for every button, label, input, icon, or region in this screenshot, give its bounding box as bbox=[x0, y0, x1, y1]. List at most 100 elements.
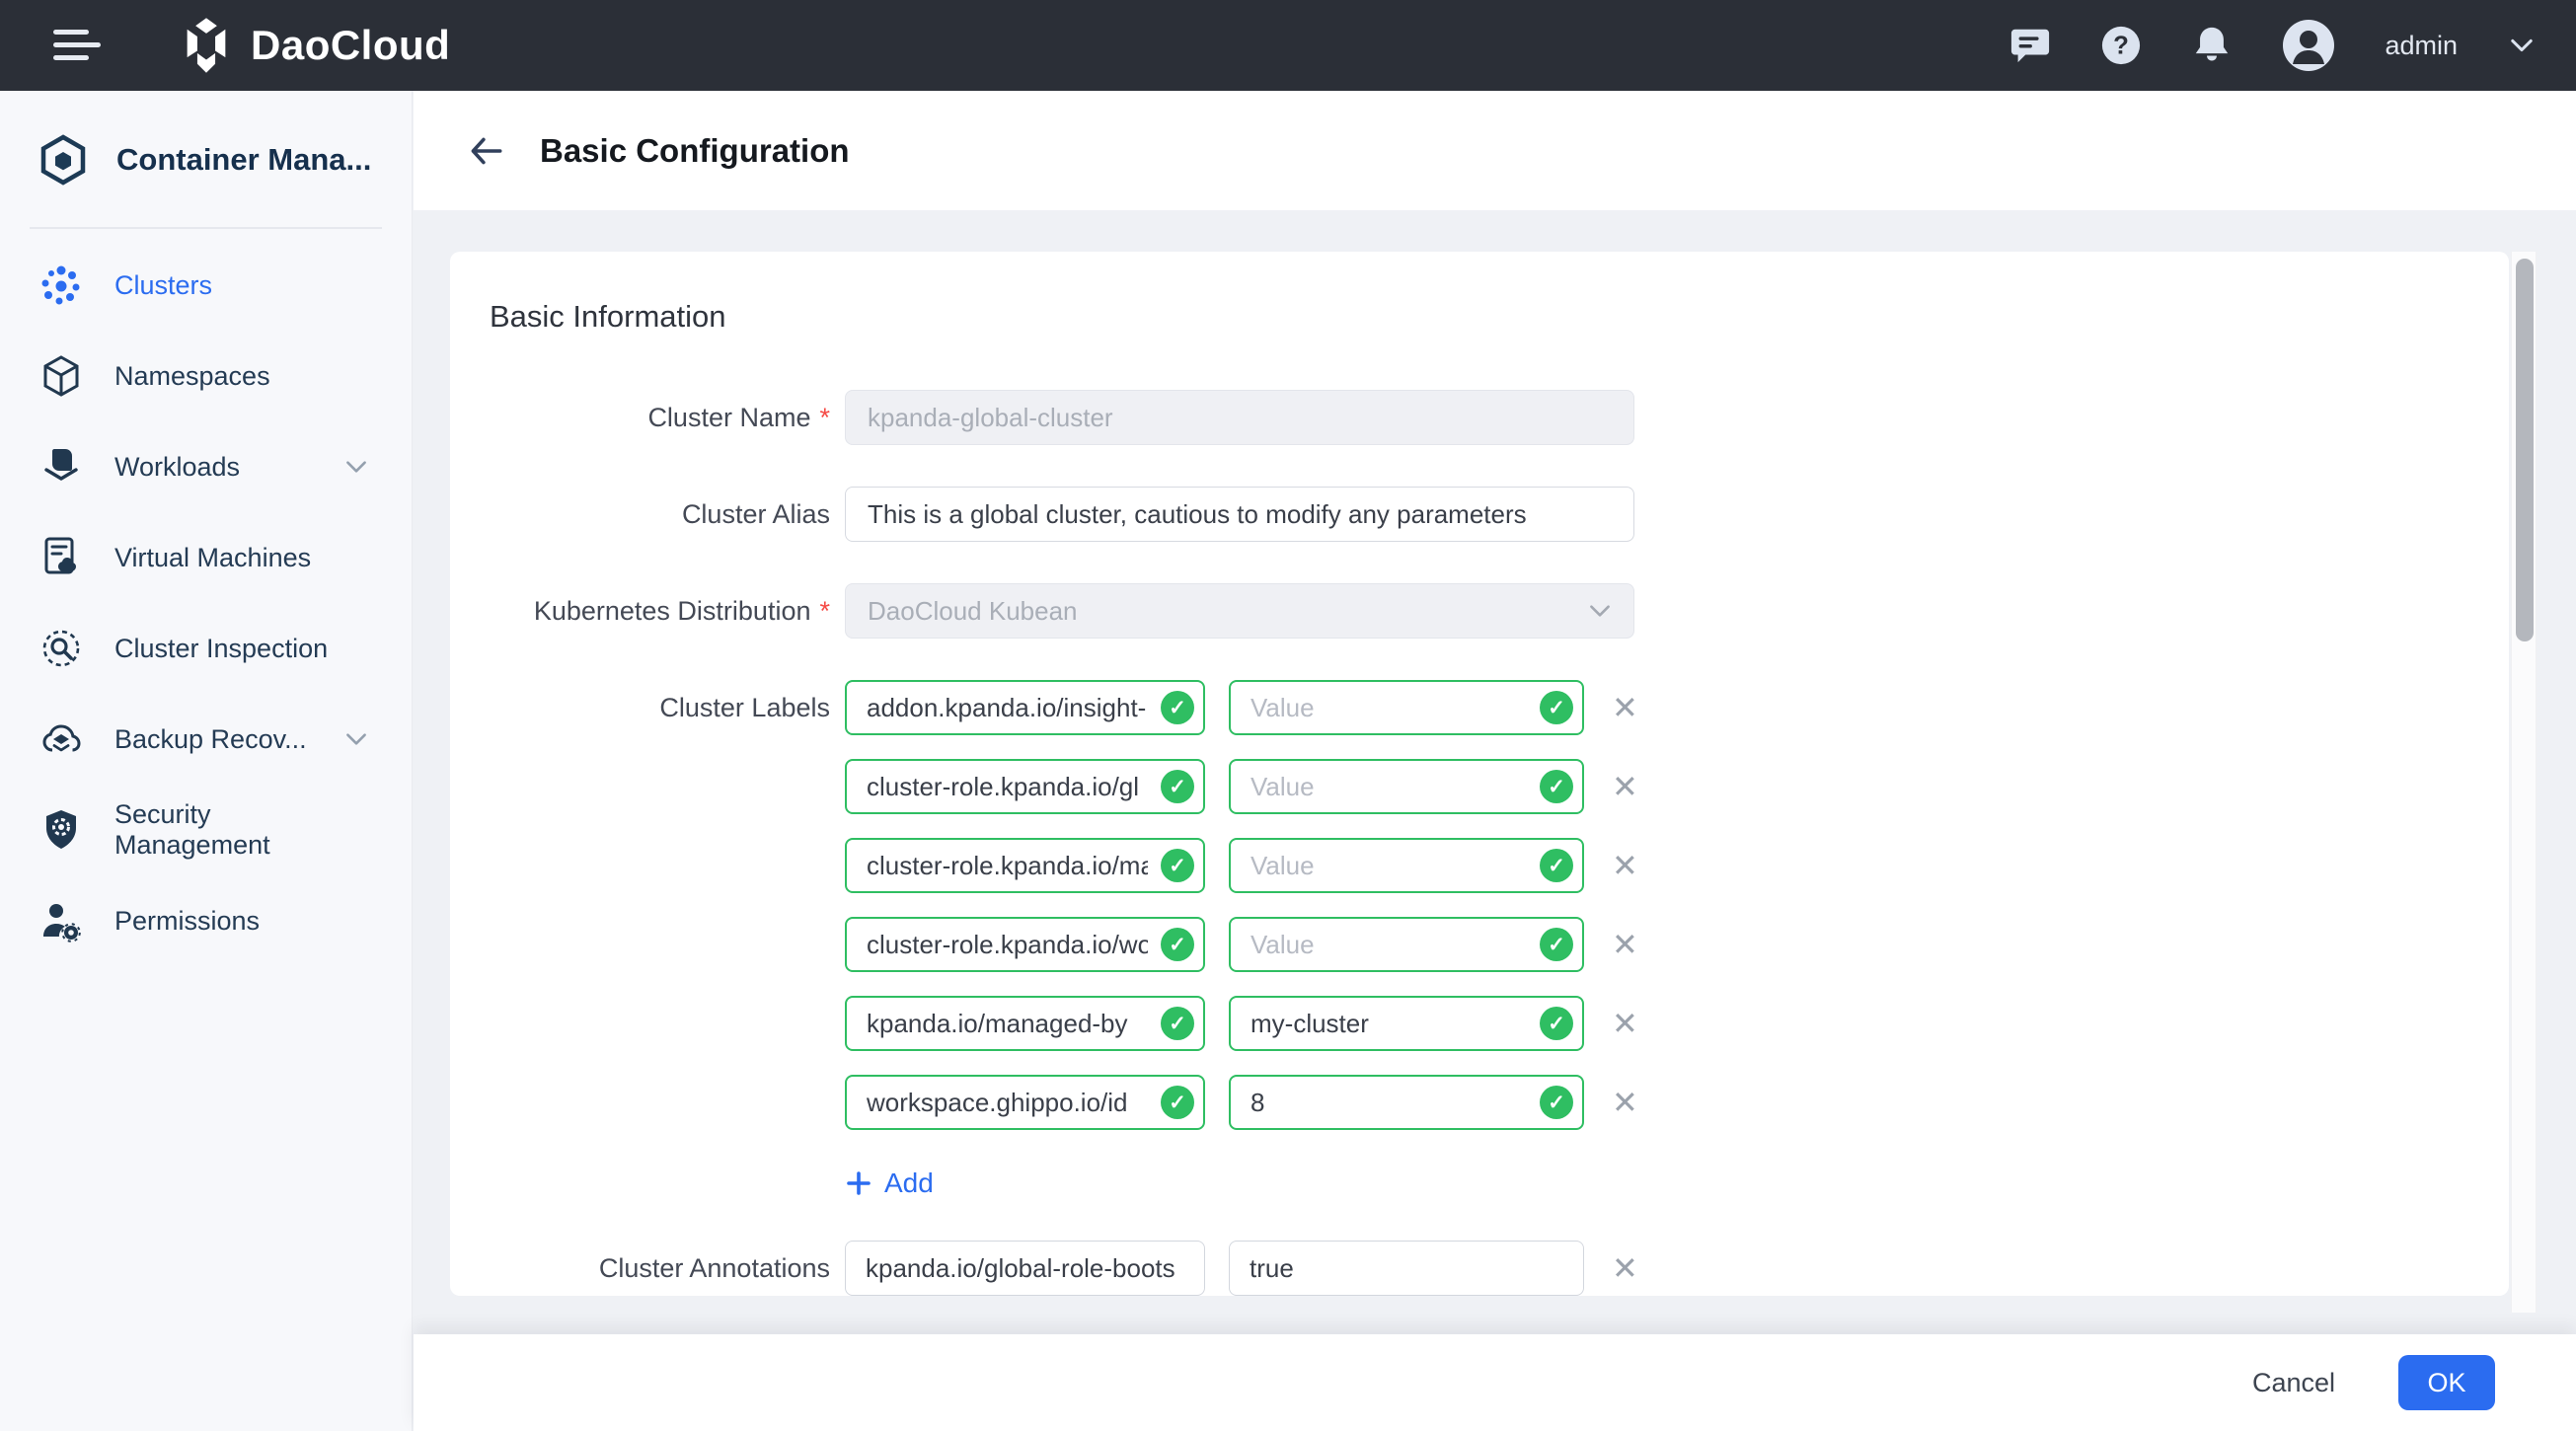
remove-row-icon[interactable]: ✕ bbox=[1612, 850, 1638, 881]
sidebar-module-title-label: Container Mana... bbox=[116, 142, 371, 178]
label-key-field: ✓ bbox=[845, 1075, 1205, 1130]
scrollbar-thumb[interactable] bbox=[2516, 259, 2534, 641]
label-key-input[interactable] bbox=[845, 759, 1205, 814]
check-circle-icon: ✓ bbox=[1161, 691, 1194, 724]
container-management-icon bbox=[36, 132, 91, 188]
sidebar-item-security-management[interactable]: Security Management bbox=[0, 797, 412, 863]
add-label-button[interactable]: Add bbox=[845, 1167, 934, 1199]
label-row: ✓ ✓ ✕ bbox=[845, 838, 1638, 893]
kubernetes-distribution-row: Kubernetes Distribution DaoCloud Kubean bbox=[490, 583, 2469, 639]
check-circle-icon: ✓ bbox=[1540, 849, 1573, 882]
label-value-input[interactable] bbox=[1229, 680, 1584, 735]
cluster-labels-list: ✓ ✓ ✕ ✓ bbox=[845, 680, 1638, 1199]
sidebar-item-permissions[interactable]: Permissions bbox=[0, 888, 412, 953]
user-menu-chevron-icon[interactable] bbox=[2507, 31, 2537, 60]
kubernetes-distribution-select: DaoCloud Kubean bbox=[845, 583, 1634, 639]
kubernetes-distribution-label: Kubernetes Distribution bbox=[490, 583, 830, 639]
scrollbar-track[interactable] bbox=[2511, 252, 2537, 1313]
check-circle-icon: ✓ bbox=[1540, 928, 1573, 961]
permissions-icon bbox=[39, 899, 83, 942]
sidebar-item-label: Backup Recov... bbox=[114, 724, 307, 755]
sidebar-divider bbox=[30, 227, 382, 229]
label-key-field: ✓ bbox=[845, 996, 1205, 1051]
label-key-input[interactable] bbox=[845, 996, 1205, 1051]
brand: DaoCloud bbox=[178, 17, 450, 74]
label-row: ✓ ✓ ✕ bbox=[845, 996, 1638, 1051]
cluster-alias-label: Cluster Alias bbox=[490, 487, 830, 542]
back-arrow-icon[interactable] bbox=[465, 130, 506, 172]
label-row: ✓ ✓ ✕ bbox=[845, 759, 1638, 814]
cluster-annotations-list: ✕ bbox=[845, 1241, 1638, 1296]
main-area: Basic Configuration Basic Information Cl… bbox=[414, 91, 2576, 1431]
label-value-field: ✓ bbox=[1229, 680, 1584, 735]
chevron-down-icon bbox=[1586, 597, 1614, 625]
virtual-machines-icon bbox=[39, 536, 83, 579]
check-circle-icon: ✓ bbox=[1161, 1086, 1194, 1119]
sidebar-item-clusters[interactable]: Clusters bbox=[0, 253, 412, 318]
daocloud-logo-icon bbox=[178, 17, 235, 74]
label-row: ✓ ✓ ✕ bbox=[845, 917, 1638, 972]
user-name[interactable]: admin bbox=[2385, 31, 2458, 61]
avatar[interactable] bbox=[2282, 19, 2335, 72]
remove-row-icon[interactable]: ✕ bbox=[1612, 1087, 1638, 1118]
sidebar-item-workloads[interactable]: Workloads bbox=[0, 434, 412, 499]
label-key-input[interactable] bbox=[845, 917, 1205, 972]
bell-icon[interactable] bbox=[2191, 25, 2233, 66]
menu-icon[interactable] bbox=[53, 26, 103, 65]
sidebar-item-label: Namespaces bbox=[114, 361, 270, 392]
annotation-value-field bbox=[1229, 1241, 1584, 1296]
annotation-value-input[interactable] bbox=[1229, 1241, 1584, 1296]
cluster-alias-input[interactable] bbox=[845, 487, 1634, 542]
cluster-alias-row: Cluster Alias bbox=[490, 487, 2469, 542]
remove-row-icon[interactable]: ✕ bbox=[1612, 1252, 1638, 1284]
label-key-input[interactable] bbox=[845, 1075, 1205, 1130]
label-value-input[interactable] bbox=[1229, 1075, 1584, 1130]
label-key-field: ✓ bbox=[845, 917, 1205, 972]
section-title: Basic Information bbox=[490, 299, 2469, 335]
cluster-annotations-row: Cluster Annotations ✕ bbox=[490, 1241, 2469, 1296]
check-circle-icon: ✓ bbox=[1161, 770, 1194, 803]
message-icon[interactable] bbox=[2009, 25, 2051, 66]
sidebar-item-cluster-inspection[interactable]: Cluster Inspection bbox=[0, 616, 412, 681]
sidebar-item-virtual-machines[interactable]: Virtual Machines bbox=[0, 525, 412, 590]
top-header: DaoCloud ? admin bbox=[0, 0, 2576, 91]
chevron-down-icon[interactable] bbox=[342, 453, 370, 481]
ok-button[interactable]: OK bbox=[2398, 1355, 2495, 1410]
check-circle-icon: ✓ bbox=[1161, 1007, 1194, 1040]
backup-recovery-icon bbox=[39, 717, 83, 761]
security-management-icon bbox=[39, 808, 83, 852]
cancel-button[interactable]: Cancel bbox=[2246, 1367, 2341, 1399]
chevron-down-icon[interactable] bbox=[342, 725, 370, 753]
sidebar-item-label: Clusters bbox=[114, 270, 212, 301]
sidebar-item-backup-recovery[interactable]: Backup Recov... bbox=[0, 707, 412, 772]
help-icon[interactable]: ? bbox=[2100, 25, 2142, 66]
remove-row-icon[interactable]: ✕ bbox=[1612, 771, 1638, 802]
header-actions: ? admin bbox=[2009, 19, 2537, 72]
clusters-icon bbox=[39, 264, 83, 307]
annotation-key-input[interactable] bbox=[845, 1241, 1205, 1296]
remove-row-icon[interactable]: ✕ bbox=[1612, 929, 1638, 960]
label-key-input[interactable] bbox=[845, 680, 1205, 735]
label-value-input[interactable] bbox=[1229, 838, 1584, 893]
remove-row-icon[interactable]: ✕ bbox=[1612, 692, 1638, 723]
label-value-input[interactable] bbox=[1229, 996, 1584, 1051]
check-circle-icon: ✓ bbox=[1540, 1007, 1573, 1040]
label-key-input[interactable] bbox=[845, 838, 1205, 893]
sidebar-item-label: Cluster Inspection bbox=[114, 634, 328, 664]
plus-icon bbox=[845, 1169, 872, 1197]
cluster-name-row: Cluster Name bbox=[490, 390, 2469, 445]
cluster-name-label: Cluster Name bbox=[490, 390, 830, 445]
sidebar-item-namespaces[interactable]: Namespaces bbox=[0, 343, 412, 409]
annotation-key-field bbox=[845, 1241, 1205, 1296]
sidebar-item-label: Virtual Machines bbox=[114, 543, 311, 573]
brand-name: DaoCloud bbox=[251, 22, 450, 69]
label-value-input[interactable] bbox=[1229, 759, 1584, 814]
content-area: Basic Information Cluster Name Cluster A… bbox=[414, 210, 2576, 1334]
remove-row-icon[interactable]: ✕ bbox=[1612, 1008, 1638, 1039]
required-marker bbox=[810, 403, 830, 433]
sidebar: Container Mana... Clusters Namespaces Wo… bbox=[0, 91, 413, 1431]
sidebar-module-title[interactable]: Container Mana... bbox=[36, 132, 412, 188]
label-value-field: ✓ bbox=[1229, 1075, 1584, 1130]
cluster-name-input bbox=[845, 390, 1634, 445]
label-value-input[interactable] bbox=[1229, 917, 1584, 972]
